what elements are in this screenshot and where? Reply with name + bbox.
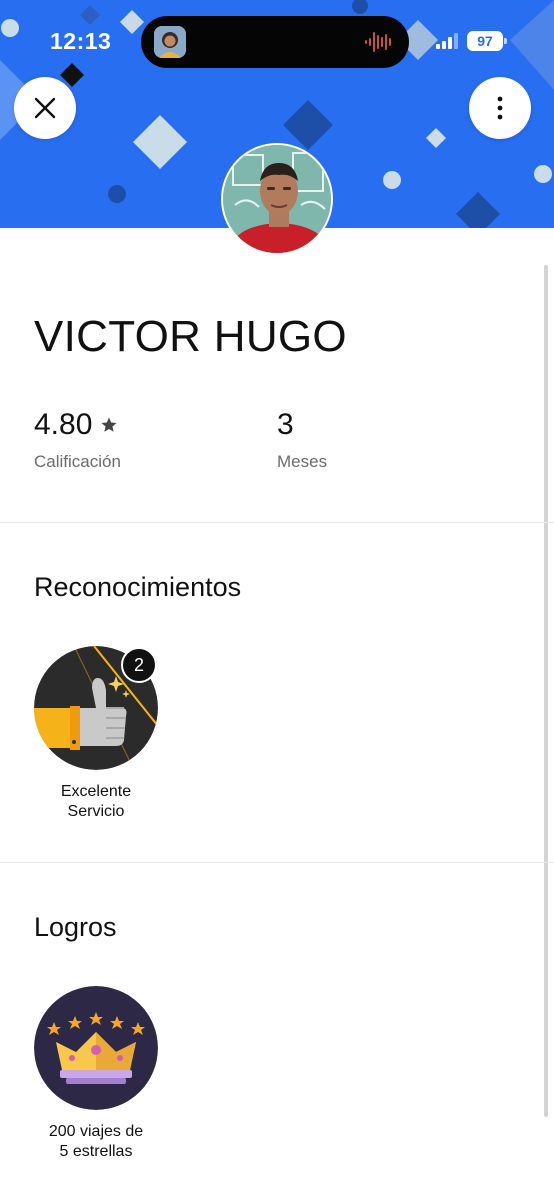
- driver-name: VICTOR HUGO: [34, 312, 347, 361]
- achievement-label: 200 viajes de 5 estrellas: [48, 1123, 144, 1160]
- audio-wave-icon: [365, 32, 391, 52]
- months-label: Meses: [277, 452, 328, 471]
- crown-icon: [34, 986, 158, 1110]
- more-options-button[interactable]: [469, 77, 531, 139]
- rating-value: 4.80: [34, 408, 93, 441]
- more-vertical-icon: [497, 96, 503, 120]
- divider: [0, 862, 554, 863]
- rating-stat: 4.80 Calificación: [34, 408, 121, 472]
- months-value: 3: [277, 408, 294, 441]
- driver-avatar: [221, 143, 333, 255]
- status-bar: 12:13 97: [0, 0, 554, 80]
- signal-icon: [436, 33, 458, 49]
- close-button[interactable]: [14, 77, 76, 139]
- battery-icon: 97: [467, 31, 507, 51]
- island-avatar-icon: [154, 26, 186, 58]
- close-icon: [34, 97, 56, 119]
- achievements-title: Logros: [34, 912, 117, 942]
- star-icon: [101, 417, 117, 432]
- recognitions-title: Reconocimientos: [34, 572, 242, 602]
- dynamic-island[interactable]: [141, 16, 409, 68]
- rating-label: Calificación: [34, 452, 121, 471]
- months-stat: 3 Meses: [277, 408, 327, 472]
- status-time: 12:13: [50, 28, 112, 54]
- scrollbar[interactable]: [544, 265, 548, 1117]
- achievement-badge[interactable]: [34, 986, 158, 1110]
- recognition-count-badge: 2: [121, 647, 157, 683]
- recognition-label: Excelente Servicio: [60, 783, 132, 820]
- divider: [0, 522, 554, 523]
